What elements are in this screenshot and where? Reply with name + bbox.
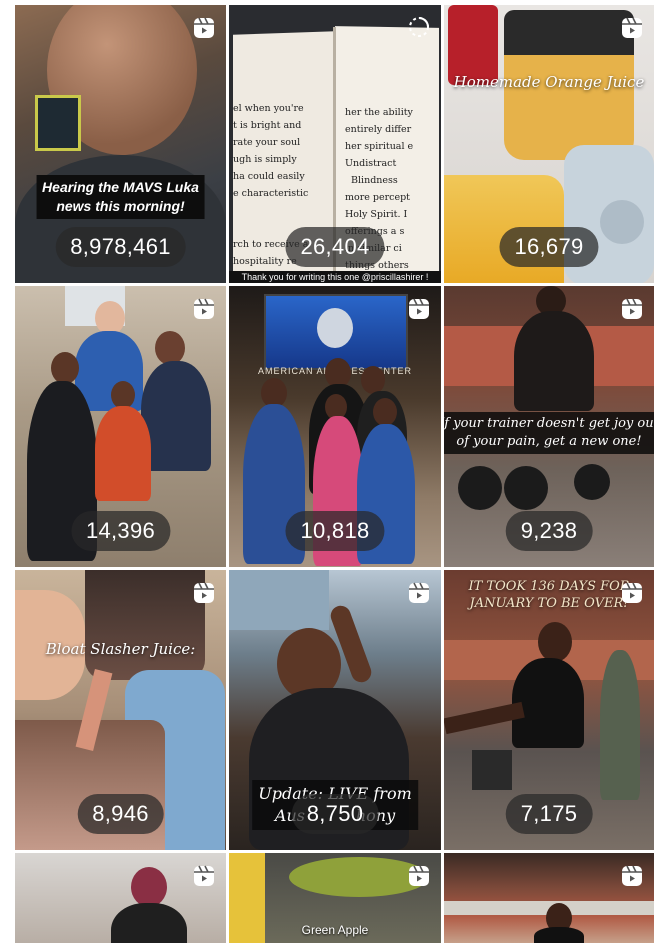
reel-icon xyxy=(192,581,216,605)
reel-tile-gym-family[interactable]: 14,396 xyxy=(15,286,226,567)
reel-tile-arena[interactable]: AMERICAN AIRLINES CENTER 10,818 xyxy=(229,286,441,567)
reel-icon xyxy=(620,581,644,605)
head-shape xyxy=(373,398,397,426)
person-shape xyxy=(95,406,151,501)
caption: Bloat Slasher Juice: xyxy=(45,640,196,658)
reel-tile-gym-woman[interactable] xyxy=(444,853,654,943)
person-shape xyxy=(512,658,584,748)
dial xyxy=(600,200,644,244)
caption: Homemade Orange Juice xyxy=(453,73,645,91)
caption: Hearing the MAVS Luka news this morning! xyxy=(36,175,205,219)
reel-icon xyxy=(192,297,216,321)
head-shape xyxy=(361,366,385,394)
view-count: 8,946 xyxy=(77,794,164,834)
view-count: 16,679 xyxy=(499,227,599,267)
cap-shape xyxy=(131,867,167,907)
person-shape xyxy=(600,650,640,800)
caption-bar: Thank you for writing this one @priscill… xyxy=(229,271,441,283)
kettlebell xyxy=(574,464,610,500)
reel-tile-bloat-juice[interactable]: Bloat Slasher Juice: 8,946 xyxy=(15,570,226,850)
reel-icon xyxy=(407,297,431,321)
person-shape xyxy=(111,903,187,943)
reel-tile-update-live[interactable]: Update: LIVE from Aus hony 8,750 xyxy=(229,570,441,850)
mavs-logo xyxy=(317,308,353,348)
reel-icon xyxy=(620,864,644,888)
window-view xyxy=(229,570,329,630)
kettlebell xyxy=(458,466,502,510)
head-shape xyxy=(95,301,125,335)
kettlebell xyxy=(504,466,548,510)
plyo-box xyxy=(472,750,512,790)
reel-tile-mavs-luka[interactable]: Hearing the MAVS Luka news this morning!… xyxy=(15,5,226,283)
head-shape xyxy=(51,352,79,384)
reel-tile-trainer[interactable]: If your trainer doesn't get joy out of y… xyxy=(444,286,654,567)
reel-icon xyxy=(620,297,644,321)
person-shape xyxy=(534,927,584,943)
reel-icon xyxy=(192,16,216,40)
view-count: 8,978,461 xyxy=(55,227,186,267)
view-count: 14,396 xyxy=(70,511,171,551)
reel-icon xyxy=(192,864,216,888)
person-shape xyxy=(514,311,594,411)
head-shape xyxy=(155,331,185,365)
reel-icon xyxy=(407,864,431,888)
reels-grid: Hearing the MAVS Luka news this morning!… xyxy=(15,5,654,943)
reel-tile-136-days[interactable]: IT TOOK 136 DAYS FOR JANUARY TO BE OVER!… xyxy=(444,570,654,850)
view-count: 26,404 xyxy=(285,227,385,267)
head-shape xyxy=(538,622,572,662)
arcade-screen xyxy=(35,95,81,151)
reel-tile-orange-juice[interactable]: Homemade Orange Juice 16,679 xyxy=(444,5,654,283)
view-count: 7,175 xyxy=(505,794,593,834)
reel-icon xyxy=(407,581,431,605)
view-count: 8,750 xyxy=(291,794,379,834)
view-count: 10,818 xyxy=(285,511,385,551)
reel-tile-green-apple[interactable]: Green Apple xyxy=(229,853,441,943)
reel-tile-gym-selfie[interactable] xyxy=(15,853,226,943)
caption: Green Apple xyxy=(301,923,369,937)
reel-tile-book[interactable]: el when you're t is bright and rate your… xyxy=(229,5,441,283)
person-shape xyxy=(141,361,211,471)
juicer-jar xyxy=(85,570,205,680)
head-shape xyxy=(111,381,135,409)
view-count: 9,238 xyxy=(505,511,593,551)
loading-spinner-icon xyxy=(407,15,431,39)
caption: If your trainer doesn't get joy out of y… xyxy=(444,412,654,454)
reel-icon xyxy=(620,16,644,40)
